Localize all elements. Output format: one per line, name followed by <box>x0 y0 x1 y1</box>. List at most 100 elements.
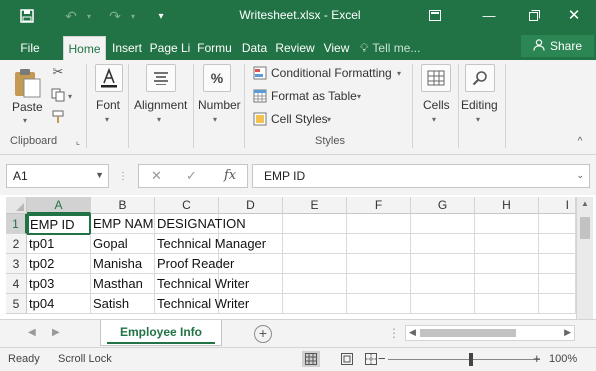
clipboard-launcher-icon[interactable]: ⌞ <box>73 136 83 146</box>
cell-b3[interactable]: Manisha <box>91 254 155 274</box>
cell-a4[interactable]: tp03 <box>27 274 91 294</box>
ribbon-display-icon[interactable] <box>424 5 446 25</box>
cell-d3[interactable] <box>219 254 283 274</box>
cell-d4[interactable] <box>219 274 283 294</box>
cell-d2[interactable] <box>219 234 283 254</box>
row-header-4[interactable]: 4 <box>6 274 27 294</box>
zoom-slider-thumb[interactable] <box>469 353 473 366</box>
cell-e2[interactable] <box>283 234 347 254</box>
copy-icon[interactable] <box>50 87 66 103</box>
save-icon[interactable] <box>16 6 38 26</box>
conditional-formatting-button[interactable]: Conditional Formatting ▾ <box>252 64 412 82</box>
minimize-icon[interactable]: — <box>478 5 500 25</box>
cell-g2[interactable] <box>411 234 475 254</box>
cell-c3[interactable]: Proof Reader <box>155 254 234 274</box>
share-button[interactable]: Share <box>521 35 594 57</box>
name-box-dropdown-icon[interactable]: ▼ <box>95 170 104 180</box>
cell-e1[interactable] <box>283 214 347 234</box>
column-header-h[interactable]: H <box>475 197 539 214</box>
select-all-button[interactable] <box>6 197 27 214</box>
enter-icon[interactable]: ✓ <box>186 168 197 184</box>
column-header-a[interactable]: A <box>27 197 91 214</box>
cell-e5[interactable] <box>283 294 347 314</box>
cancel-icon[interactable]: ✕ <box>151 168 162 184</box>
cells-icon[interactable] <box>421 64 451 92</box>
tell-me-search[interactable]: 💡︎ Tell me... <box>360 36 440 60</box>
cell-g1[interactable] <box>411 214 475 234</box>
cell-f3[interactable] <box>347 254 411 274</box>
drag-handle-icon[interactable]: ⋮ <box>118 171 129 182</box>
cell-a3[interactable]: tp02 <box>27 254 91 274</box>
paste-dropdown-icon[interactable]: ▾ <box>23 116 27 125</box>
tab-file[interactable]: File <box>10 36 50 60</box>
vertical-scrollbar[interactable]: ▲ <box>576 197 593 319</box>
cell-h3[interactable] <box>475 254 539 274</box>
cell-a5[interactable]: tp04 <box>27 294 91 314</box>
tab-split-icon[interactable]: ⋮ <box>388 326 400 340</box>
row-header-5[interactable]: 5 <box>6 294 27 314</box>
scroll-up-icon[interactable]: ▲ <box>581 199 589 208</box>
tab-view[interactable]: View <box>319 36 354 60</box>
column-header-f[interactable]: F <box>347 197 411 214</box>
scroll-left-icon[interactable]: ◀ <box>409 327 416 338</box>
cell-b2[interactable]: Gopal <box>91 234 155 254</box>
cell-f4[interactable] <box>347 274 411 294</box>
insert-function-icon[interactable]: fx <box>224 168 236 183</box>
font-icon[interactable] <box>95 64 123 92</box>
zoom-out-icon[interactable]: − <box>378 351 386 366</box>
cell-styles-button[interactable]: Cell Styles ▾ <box>252 110 342 128</box>
vertical-scroll-thumb[interactable] <box>580 217 590 239</box>
page-layout-view-icon[interactable] <box>338 351 356 367</box>
tab-formulas[interactable]: Formu <box>193 36 236 60</box>
tab-review[interactable]: Review <box>273 36 317 60</box>
alignment-icon[interactable] <box>146 64 176 92</box>
number-dropdown-icon[interactable]: ▾ <box>213 115 217 124</box>
undo-dropdown-icon[interactable]: ▾ <box>78 6 100 26</box>
cell-i1[interactable] <box>539 214 576 234</box>
cell-g5[interactable] <box>411 294 475 314</box>
cells-dropdown-icon[interactable]: ▾ <box>432 115 436 124</box>
cell-b4[interactable]: Masthan <box>91 274 155 294</box>
cell-c5[interactable]: Technical Writer <box>155 294 249 314</box>
next-sheet-icon[interactable]: ▶ <box>52 327 60 338</box>
row-header-2[interactable]: 2 <box>6 234 27 254</box>
cell-e4[interactable] <box>283 274 347 294</box>
tab-insert[interactable]: Insert <box>108 36 146 60</box>
cell-d5[interactable] <box>219 294 283 314</box>
prev-sheet-icon[interactable]: ◀ <box>28 327 36 338</box>
cell-i4[interactable] <box>539 274 576 294</box>
maximize-icon[interactable] <box>523 5 545 25</box>
zoom-level[interactable]: 100% <box>549 353 577 365</box>
cell-i2[interactable] <box>539 234 576 254</box>
tab-page-layout[interactable]: Page Li <box>148 36 192 60</box>
tab-home[interactable]: Home <box>63 36 106 60</box>
cut-icon[interactable]: ✂ <box>50 64 66 80</box>
cell-h5[interactable] <box>475 294 539 314</box>
format-as-table-button[interactable]: Format as Table ▾ <box>252 87 372 105</box>
copy-dropdown-icon[interactable]: ▾ <box>68 92 72 101</box>
cell-b1[interactable]: EMP NAM <box>91 214 155 234</box>
cell-c4[interactable]: Technical Writer <box>155 274 249 294</box>
cell-g4[interactable] <box>411 274 475 294</box>
add-sheet-icon[interactable]: + <box>254 325 272 343</box>
column-header-e[interactable]: E <box>283 197 347 214</box>
cell-e3[interactable] <box>283 254 347 274</box>
column-header-d[interactable]: D <box>219 197 283 214</box>
cell-f2[interactable] <box>347 234 411 254</box>
formula-input[interactable]: EMP ID ⌄ <box>252 164 590 188</box>
format-painter-icon[interactable] <box>50 109 66 125</box>
cell-h4[interactable] <box>475 274 539 294</box>
editing-dropdown-icon[interactable]: ▾ <box>476 115 480 124</box>
alignment-dropdown-icon[interactable]: ▾ <box>157 115 161 124</box>
expand-formula-icon[interactable]: ⌄ <box>576 170 584 181</box>
column-header-g[interactable]: G <box>411 197 475 214</box>
collapse-ribbon-icon[interactable]: ^ <box>574 135 586 147</box>
tab-data[interactable]: Data <box>238 36 271 60</box>
cell-a2[interactable]: tp01 <box>27 234 91 254</box>
sheet-tab-employee-info[interactable]: Employee Info <box>100 320 222 346</box>
row-header-3[interactable]: 3 <box>6 254 27 274</box>
row-header-1[interactable]: 1 <box>6 214 27 234</box>
cell-g3[interactable] <box>411 254 475 274</box>
column-header-b[interactable]: B <box>91 197 155 214</box>
horizontal-scrollbar[interactable]: ◀ ▶ <box>405 325 575 341</box>
